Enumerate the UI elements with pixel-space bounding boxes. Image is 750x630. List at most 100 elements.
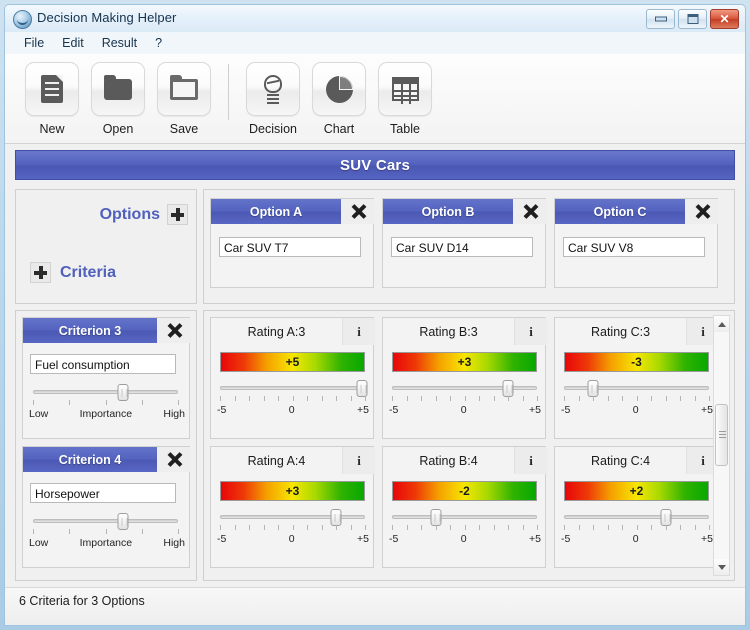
- maximize-button[interactable]: [678, 9, 707, 29]
- rating-card: Rating C:3 i -3 -5 0 +5: [554, 317, 719, 439]
- rating-c4-scale-labels: -5 0 +5: [561, 533, 713, 547]
- ratings-scrollbar[interactable]: [713, 315, 730, 576]
- rating-a3-slider[interactable]: [220, 380, 368, 397]
- minimize-button[interactable]: [646, 9, 675, 29]
- close-icon: ✕: [719, 12, 730, 26]
- criterion-4-input[interactable]: Horsepower: [30, 483, 176, 503]
- rating-card: Rating B:4 i -2 -5 0 +5: [382, 446, 547, 568]
- chart-button[interactable]: Chart: [306, 62, 372, 136]
- rating-a3-value: +5: [285, 355, 300, 369]
- plus-icon: [171, 208, 184, 221]
- new-button[interactable]: New: [19, 62, 85, 136]
- chart-button-label: Chart: [323, 122, 355, 136]
- table-button[interactable]: Table: [372, 62, 438, 136]
- info-icon: i: [357, 324, 361, 339]
- slider-thumb[interactable]: [660, 509, 671, 526]
- scale-mid: 0: [460, 404, 467, 416]
- client-area: New Open Save Decision Chart Table SUV C…: [4, 54, 746, 626]
- slider-thumb[interactable]: [330, 509, 342, 526]
- options-label: Options: [99, 205, 160, 223]
- slider-thumb[interactable]: [587, 380, 599, 397]
- close-button[interactable]: ✕: [710, 9, 739, 29]
- rating-c3-slider[interactable]: [564, 380, 709, 397]
- rating-a4-gradient-bar: +3: [220, 481, 365, 501]
- option-a-title: Option A: [249, 204, 303, 219]
- rating-b3-gradient-bar: +3: [392, 352, 537, 372]
- rating-card-header: Rating C:4 i: [555, 447, 719, 474]
- scale-max: +5: [701, 404, 713, 416]
- remove-option-c-button[interactable]: [685, 199, 719, 224]
- scroll-down-button[interactable]: [714, 559, 729, 575]
- info-icon: i: [529, 324, 533, 339]
- table-button-label: Table: [390, 122, 420, 136]
- criterion-3-ticks: [33, 400, 179, 407]
- rating-a3-scale-labels: -5 0 +5: [217, 404, 369, 418]
- scale-min: -5: [389, 404, 399, 416]
- add-criterion-button[interactable]: [30, 262, 51, 283]
- remove-option-a-button[interactable]: [341, 199, 375, 224]
- option-b-input[interactable]: Car SUV D14: [391, 237, 533, 257]
- rating-b3-scale-labels: -5 0 +5: [389, 404, 541, 418]
- toolbar: New Open Save Decision Chart Table: [5, 54, 745, 144]
- rating-card: Rating A:4 i +3 -5 0 +5: [210, 446, 375, 568]
- open-button[interactable]: Open: [85, 62, 151, 136]
- remove-criterion-4-button[interactable]: [157, 447, 191, 472]
- rating-b3-value: +3: [457, 355, 472, 369]
- criterion-3-importance-slider[interactable]: [33, 384, 178, 401]
- rating-a3-info-button[interactable]: i: [342, 318, 375, 345]
- rating-c4-slider[interactable]: [564, 509, 709, 526]
- lightbulb-icon: [246, 62, 300, 116]
- rating-a4-title: Rating A:4: [211, 447, 342, 474]
- slider-thumb[interactable]: [117, 384, 129, 401]
- rating-b4-gradient-bar: -2: [392, 481, 537, 501]
- remove-option-b-button[interactable]: [513, 199, 547, 224]
- rating-b3-slider[interactable]: [392, 380, 537, 397]
- scale-mid: 0: [632, 533, 639, 545]
- criterion-3-title: Criterion 3: [58, 323, 122, 338]
- rating-c3-ticks: [564, 396, 710, 403]
- menu-item-help[interactable]: ?: [146, 34, 171, 52]
- slider-thumb[interactable]: [356, 380, 368, 397]
- rating-b4-slider[interactable]: [392, 509, 537, 526]
- rating-c4-ticks: [564, 525, 710, 532]
- rating-a4-info-button[interactable]: i: [342, 447, 375, 474]
- options-panel: Option A Car SUV T7 Option B Car SUV D14…: [203, 189, 735, 304]
- title-bar: Decision Making Helper ✕: [4, 4, 746, 32]
- criterion-4-importance-slider[interactable]: [33, 513, 178, 530]
- rating-card: Rating C:4 i +2 -5 0 +5: [554, 446, 719, 568]
- scroll-up-button[interactable]: [714, 316, 729, 332]
- rating-b3-info-button[interactable]: i: [514, 318, 547, 345]
- add-option-button[interactable]: [167, 204, 188, 225]
- option-card-header: Option B: [383, 199, 547, 224]
- slider-thumb[interactable]: [502, 380, 514, 397]
- option-c-title: Option C: [593, 204, 647, 219]
- menu-item-file[interactable]: File: [15, 34, 53, 52]
- rating-a4-slider[interactable]: [220, 509, 365, 526]
- rating-b4-ticks: [392, 525, 538, 532]
- save-button[interactable]: Save: [151, 62, 217, 136]
- close-icon: [167, 452, 182, 467]
- scale-max: +5: [701, 533, 713, 545]
- slider-thumb[interactable]: [430, 509, 441, 526]
- plus-icon: [34, 266, 47, 279]
- rating-b4-info-button[interactable]: i: [514, 447, 547, 474]
- project-banner: SUV Cars: [15, 150, 735, 180]
- table-grid-icon: [378, 62, 432, 116]
- criterion-3-input[interactable]: Fuel consumption: [30, 354, 176, 374]
- remove-criterion-3-button[interactable]: [157, 318, 191, 343]
- scale-low: Low: [29, 408, 49, 420]
- close-icon: [167, 323, 182, 338]
- option-a-input[interactable]: Car SUV T7: [219, 237, 361, 257]
- scale-mid: 0: [460, 533, 467, 545]
- new-button-label: New: [39, 122, 65, 136]
- rating-card-header: Rating A:3 i: [211, 318, 375, 345]
- decision-button[interactable]: Decision: [240, 62, 306, 136]
- option-c-input[interactable]: Car SUV V8: [563, 237, 705, 257]
- criterion-card-header: Criterion 4: [23, 447, 191, 472]
- menu-item-result[interactable]: Result: [93, 34, 146, 52]
- slider-thumb[interactable]: [117, 513, 129, 530]
- menu-item-edit[interactable]: Edit: [53, 34, 93, 52]
- scrollbar-thumb[interactable]: [715, 403, 728, 466]
- window-controls: ✕: [646, 9, 739, 29]
- scale-mid: 0: [288, 404, 295, 416]
